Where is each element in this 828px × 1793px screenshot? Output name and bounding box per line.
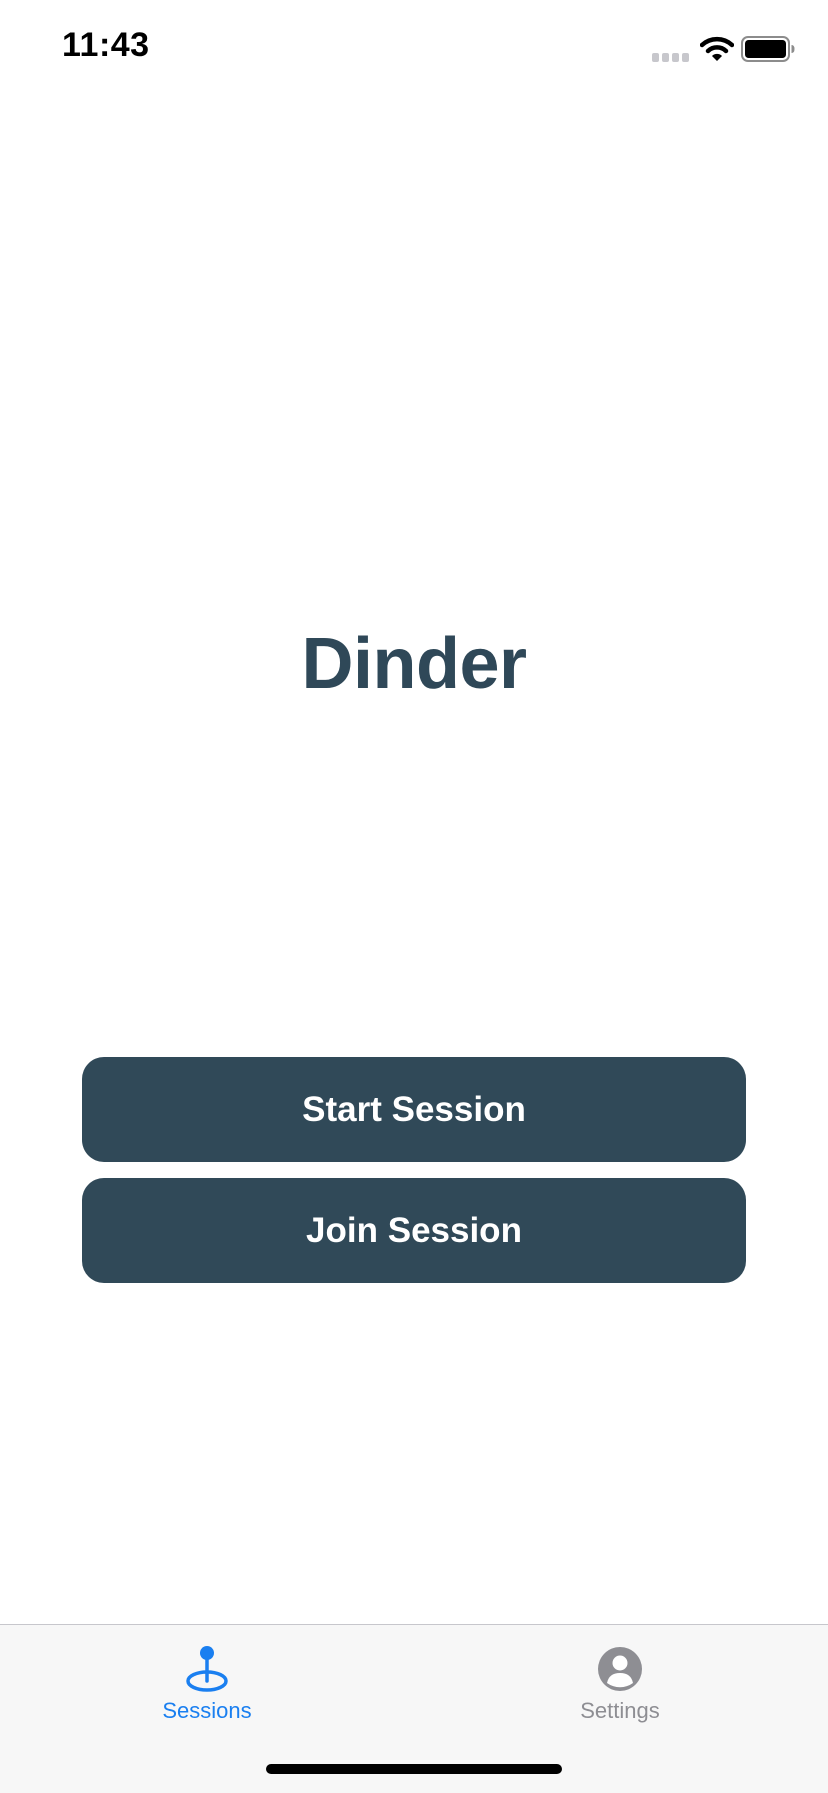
tab-settings[interactable]: Settings: [500, 1625, 740, 1735]
tab-sessions[interactable]: Sessions: [87, 1625, 327, 1735]
status-bar: 11:43: [0, 0, 828, 100]
join-session-button[interactable]: Join Session: [82, 1178, 746, 1283]
person-circle-icon: [598, 1647, 642, 1691]
home-indicator: [266, 1764, 562, 1774]
battery-icon: [741, 36, 795, 62]
cellular-signal-icon: [652, 53, 689, 62]
start-session-button[interactable]: Start Session: [82, 1057, 746, 1162]
map-pin-icon: [186, 1646, 228, 1692]
tab-sessions-label: Sessions: [162, 1698, 252, 1723]
status-time: 11:43: [62, 26, 150, 64]
tab-settings-label: Settings: [580, 1698, 660, 1723]
wifi-icon: [700, 36, 734, 61]
app-title: Dinder: [301, 624, 527, 704]
